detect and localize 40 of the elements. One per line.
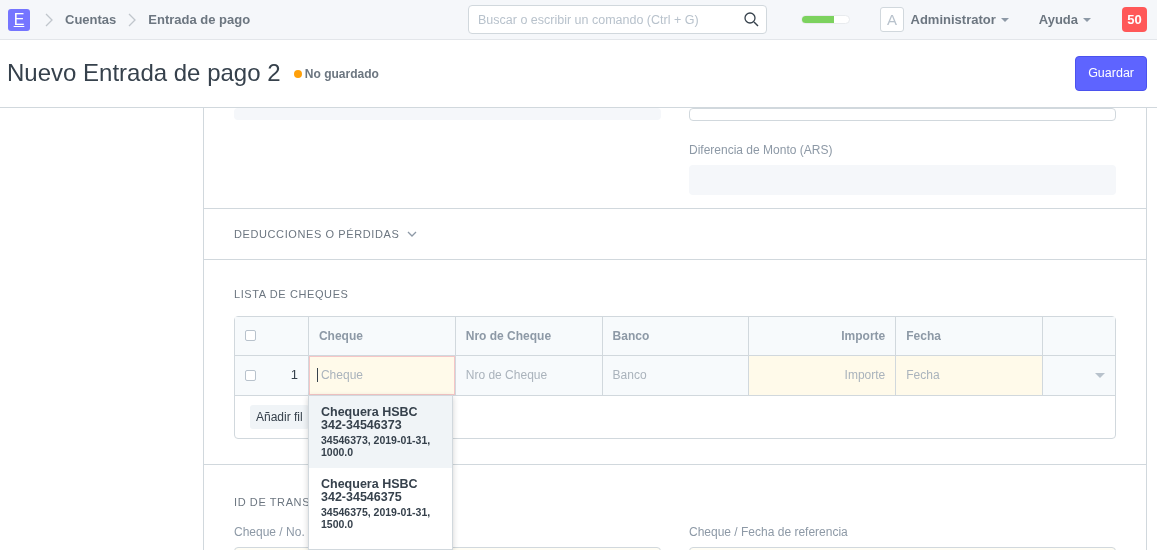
status-dot <box>293 69 302 78</box>
section-toggle[interactable]: DEDUCCIONES O PÉRDIDAS <box>234 225 418 243</box>
dropdown-option[interactable]: Chequera HSBC 342-34546373 34546373, 2019-01-31, 1000.0 <box>309 396 452 468</box>
chevron-icon <box>128 12 137 27</box>
column-header: Banco <box>612 327 650 345</box>
input-field[interactable] <box>689 108 1116 121</box>
breadcrumb-link[interactable]: Entrada de pago <box>148 9 251 30</box>
table-cell-input[interactable]: Banco <box>602 355 749 395</box>
status-indicator: No guardado <box>304 65 379 83</box>
field-label: Cheque / Fecha de referencia <box>689 524 848 541</box>
field-label: Diferencia de Monto (ARS) <box>689 142 834 159</box>
add-row-button[interactable]: Añadir fil <box>250 404 309 429</box>
notification-badge[interactable]: 50 <box>1122 7 1147 32</box>
column-header: Fecha <box>906 327 941 345</box>
dropdown-option[interactable]: Chequera HSBC 342-34546375 34546375, 2019-01-31, 1500.0 <box>309 468 452 540</box>
checkbox[interactable] <box>245 330 256 341</box>
help-menu[interactable]: Ayuda <box>1038 9 1091 30</box>
section-heading: ID DE TRANS <box>234 494 311 510</box>
input-field[interactable] <box>234 108 661 120</box>
app-logo[interactable]: E <box>8 8 30 31</box>
row-number: 1 <box>290 366 298 385</box>
column-header: Cheque <box>318 327 363 345</box>
search-icon <box>744 12 759 27</box>
user-menu[interactable]: Administrator <box>910 9 1009 30</box>
chevron-icon <box>45 12 53 27</box>
breadcrumb-link[interactable]: Cuentas <box>65 9 117 30</box>
progress-bar <box>801 15 850 24</box>
column-header: Importe <box>841 327 886 345</box>
search-field[interactable]: Buscar o escribir un comando (Ctrl + G) <box>468 5 767 34</box>
table-cell-input[interactable]: Cheque <box>308 355 455 395</box>
column-header: Nro de Cheque <box>465 327 552 345</box>
page-title: Nuevo Entrada de pago 2 <box>7 59 281 88</box>
dropdown-caret-icon[interactable] <box>1095 372 1105 378</box>
section-heading: LISTA DE CHEQUES <box>234 287 350 302</box>
table-cell-input[interactable]: Nro de Cheque <box>455 355 602 395</box>
table-cell-input[interactable]: Importe <box>749 355 896 395</box>
table-cell-input[interactable]: Fecha <box>896 355 1043 395</box>
save-button[interactable]: Guardar <box>1075 56 1147 91</box>
field-label: Cheque / No. <box>234 524 305 541</box>
checkbox[interactable] <box>245 369 256 381</box>
